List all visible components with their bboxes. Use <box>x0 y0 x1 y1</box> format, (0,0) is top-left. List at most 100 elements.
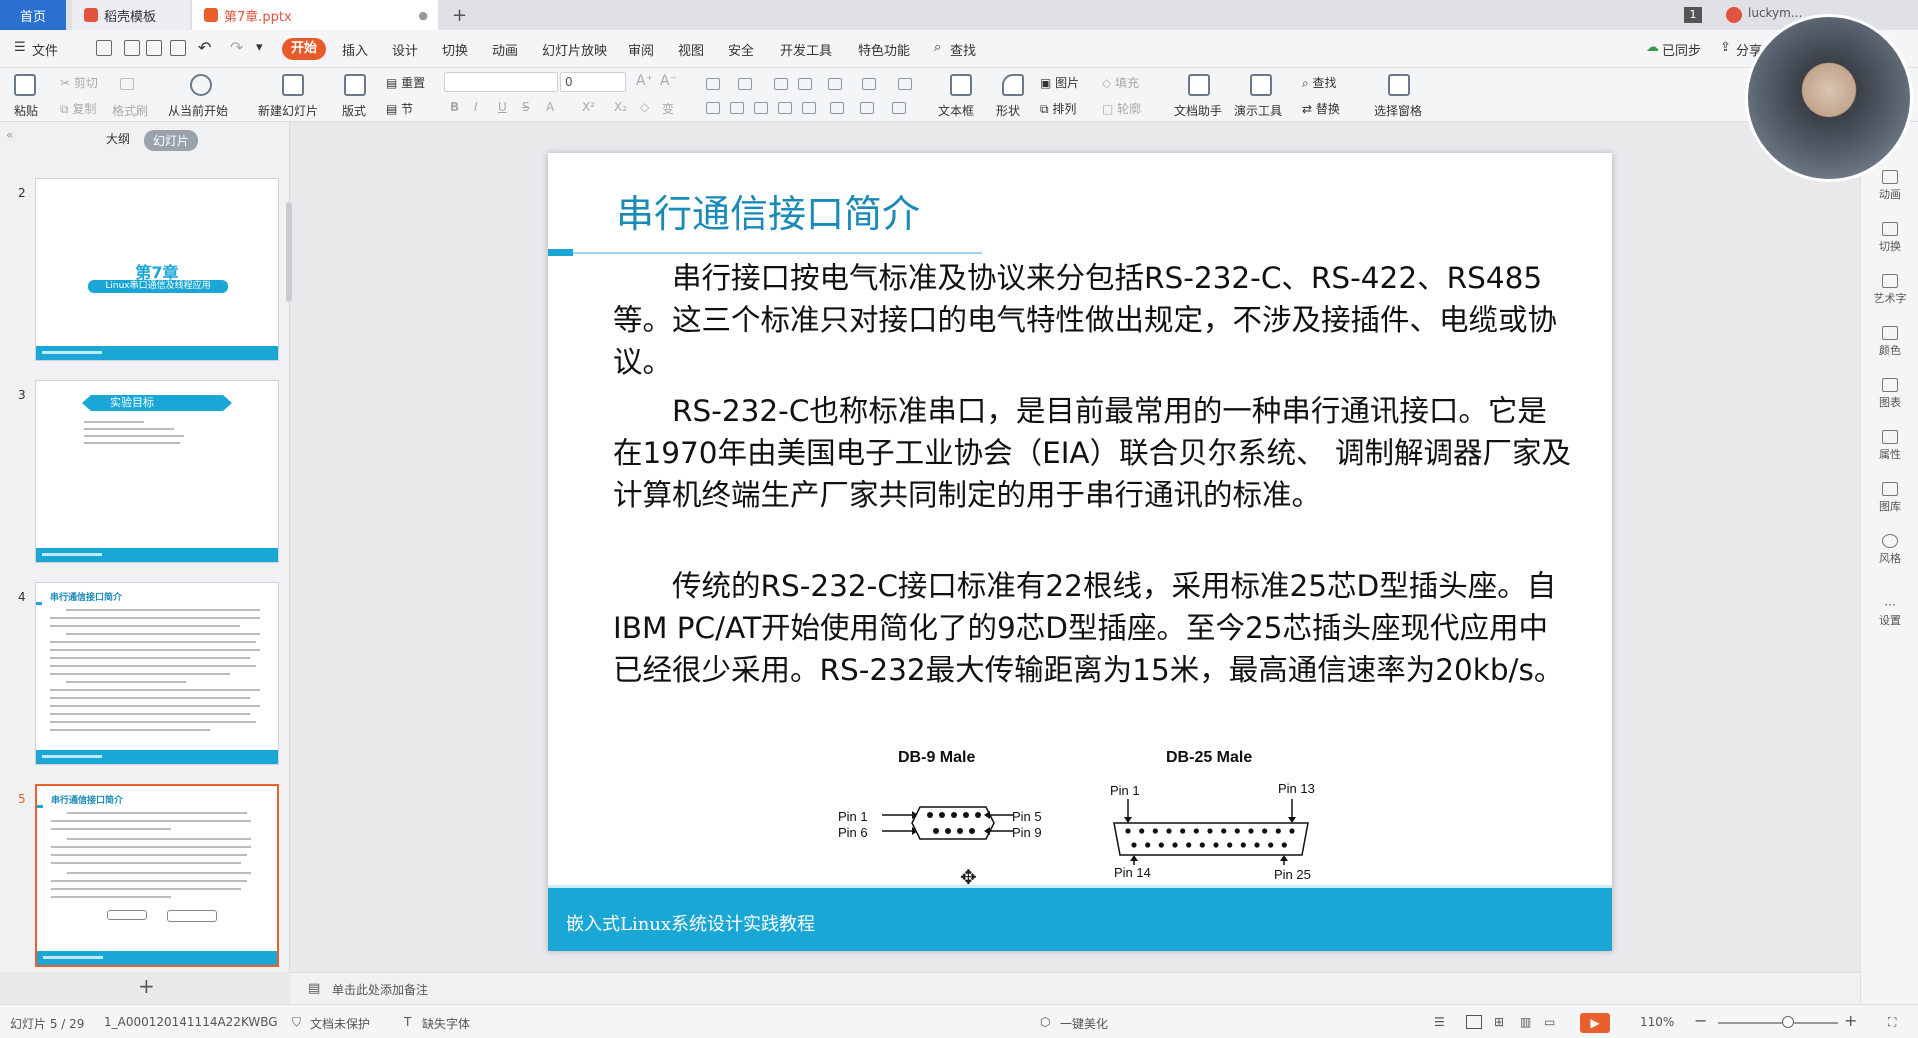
align-left-icon[interactable] <box>706 102 720 114</box>
textbox-button[interactable]: 文本框 <box>938 102 974 119</box>
slide-paragraph-2[interactable]: RS-232-C也称标准串口，是目前最常用的一种串行通讯接口。它是在1970年由… <box>613 390 1573 516</box>
sidebar-animation[interactable]: 动画 <box>1861 170 1918 202</box>
save-icon[interactable] <box>96 40 112 56</box>
notes-pane[interactable]: ▤ 单击此处添加备注 <box>290 972 1860 1004</box>
menu-tab-slideshow[interactable]: 幻灯片放映 <box>542 40 607 59</box>
collapse-panel-icon[interactable]: « <box>6 128 13 142</box>
select-pane-button[interactable]: 选择窗格 <box>1374 102 1422 119</box>
line-spacing-icon[interactable] <box>898 78 912 90</box>
slide-paragraph-1[interactable]: 串行接口按电气标准及协议来分包括RS-232-C、RS-422、RS485等。这… <box>613 257 1573 383</box>
new-slide-button[interactable]: 新建幻灯片 <box>258 102 318 119</box>
paste-button[interactable]: 粘贴 <box>14 102 38 119</box>
paragraph-spacing-icon[interactable] <box>830 102 844 114</box>
slide-title[interactable]: 串行通信接口简介 <box>616 183 920 238</box>
sidebar-transition[interactable]: 切换 <box>1861 222 1918 254</box>
notes-toggle-icon[interactable]: ☰ <box>1434 1015 1445 1029</box>
print-icon[interactable] <box>146 40 162 56</box>
tab-slides[interactable]: 幻灯片 <box>144 130 199 151</box>
user-avatar[interactable] <box>1726 7 1742 23</box>
play-slideshow-button[interactable]: ▶ <box>1580 1013 1610 1033</box>
slide-paragraph-3[interactable]: 传统的RS-232-C接口标准有22根线，采用标准25芯D型插头座。自IBM P… <box>613 565 1573 691</box>
numbering-icon[interactable] <box>738 78 752 90</box>
user-name[interactable]: luckym... <box>1748 6 1802 20</box>
text-direction-icon[interactable] <box>862 78 876 90</box>
replace-button[interactable]: ⇄ 替换 <box>1302 100 1340 117</box>
find-button[interactable]: ⌕ 查找 <box>1302 74 1337 91</box>
strikethrough-icon[interactable]: S <box>522 100 530 114</box>
sidebar-properties[interactable]: 属性 <box>1861 430 1918 462</box>
tab-outline[interactable]: 大纲 <box>106 130 130 147</box>
smartart-icon[interactable] <box>892 102 906 114</box>
increase-font-icon[interactable]: A⁺ <box>636 73 653 89</box>
menu-tab-features[interactable]: 特色功能 <box>858 40 910 59</box>
add-slide-button[interactable]: + <box>138 974 155 998</box>
arrange-button[interactable]: ⧉ 排列 <box>1040 100 1076 117</box>
decrease-font-icon[interactable]: A⁻ <box>660 73 677 89</box>
search-icon[interactable]: ⌕ <box>934 40 941 55</box>
zoom-slider-track[interactable] <box>1718 1022 1838 1024</box>
zoom-level[interactable]: 110% <box>1640 1015 1674 1029</box>
format-painter-button[interactable]: 格式刷 <box>112 102 148 119</box>
notes-placeholder[interactable]: 单击此处添加备注 <box>332 981 428 998</box>
reset-button[interactable]: ▤ 重置 <box>386 74 425 91</box>
menu-tab-design[interactable]: 设计 <box>392 40 418 59</box>
tab-home[interactable]: 首页 <box>0 0 66 30</box>
export-pdf-icon[interactable] <box>124 40 140 56</box>
menu-tab-animation[interactable]: 动画 <box>492 40 518 59</box>
sidebar-color[interactable]: 颜色 <box>1861 326 1918 358</box>
indent-increase-icon[interactable] <box>798 78 812 90</box>
cut-button[interactable]: ✂ 剪切 <box>60 74 98 91</box>
font-name-select[interactable] <box>444 72 558 92</box>
presenter-view-icon[interactable]: ▭ <box>1544 1015 1555 1029</box>
window-count-icon[interactable]: 1 <box>1684 7 1702 23</box>
align-right-icon[interactable] <box>754 102 768 114</box>
thumbnail-scrollbar[interactable] <box>286 202 292 302</box>
undo-icon[interactable]: ↶ <box>198 38 211 57</box>
layout-button[interactable]: 版式 <box>342 102 366 119</box>
clear-format-icon[interactable]: ◇ <box>640 100 649 114</box>
paste-icon[interactable] <box>14 74 36 96</box>
sidebar-chart[interactable]: 图表 <box>1861 378 1918 410</box>
menu-tab-insert[interactable]: 插入 <box>342 40 368 59</box>
tab-close-icon[interactable]: ● <box>418 9 428 22</box>
new-tab-button[interactable]: + <box>452 5 467 26</box>
menu-file[interactable]: 文件 <box>32 40 58 59</box>
slide-thumbnail-2[interactable]: 第7章 Linux串口通信及线程应用 <box>35 178 279 361</box>
slide-thumbnail-3[interactable]: 实验目标 <box>35 380 279 563</box>
menu-tab-review[interactable]: 审阅 <box>628 40 654 59</box>
indent-decrease-icon[interactable] <box>774 78 788 90</box>
distribute-icon[interactable] <box>802 102 816 114</box>
menu-tab-transition[interactable]: 切换 <box>442 40 468 59</box>
sidebar-wordart[interactable]: 艺术字 <box>1861 274 1918 306</box>
reading-view-icon[interactable]: ▥ <box>1520 1015 1531 1029</box>
tab-document[interactable]: 第7章.pptx ● <box>192 0 438 30</box>
present-tools-button[interactable]: 演示工具 <box>1234 102 1282 119</box>
font-size-input[interactable]: 0 <box>560 72 626 92</box>
bullets-icon[interactable] <box>706 78 720 90</box>
zoom-in-icon[interactable]: + <box>1844 1011 1857 1030</box>
fill-button[interactable]: ◇ 填充 <box>1102 74 1139 91</box>
columns-icon[interactable] <box>828 78 842 90</box>
from-current-button[interactable]: 从当前开始 <box>168 102 228 119</box>
sidebar-style[interactable]: 风格 <box>1861 534 1918 566</box>
italic-icon[interactable]: I <box>474 100 478 114</box>
highlight-icon[interactable]: 变 <box>662 100 674 117</box>
print-preview-icon[interactable] <box>170 40 186 56</box>
font-color-icon[interactable]: A <box>546 100 554 114</box>
justify-icon[interactable] <box>778 102 792 114</box>
copy-button[interactable]: ⧉ 复制 <box>60 100 96 117</box>
shape-button[interactable]: 形状 <box>996 102 1020 119</box>
sorter-view-icon[interactable]: ⊞ <box>1494 1015 1504 1029</box>
missing-font-status[interactable]: 缺失字体 <box>422 1015 470 1032</box>
beautify-button[interactable]: 一键美化 <box>1060 1015 1108 1032</box>
text-align-vertical-icon[interactable] <box>860 102 874 114</box>
slide-thumbnail-5[interactable]: 串行通信接口简介 <box>35 784 279 967</box>
menu-tab-start[interactable]: 开始 <box>282 38 326 60</box>
superscript-icon[interactable]: X² <box>582 100 595 114</box>
bold-icon[interactable]: B <box>450 100 459 114</box>
zoom-out-icon[interactable]: − <box>1694 1011 1707 1030</box>
subscript-icon[interactable]: X₂ <box>614 100 627 114</box>
redo-icon[interactable]: ↷ <box>230 38 243 57</box>
fit-window-icon[interactable]: ⛶ <box>1888 1015 1896 1030</box>
align-center-icon[interactable] <box>730 102 744 114</box>
